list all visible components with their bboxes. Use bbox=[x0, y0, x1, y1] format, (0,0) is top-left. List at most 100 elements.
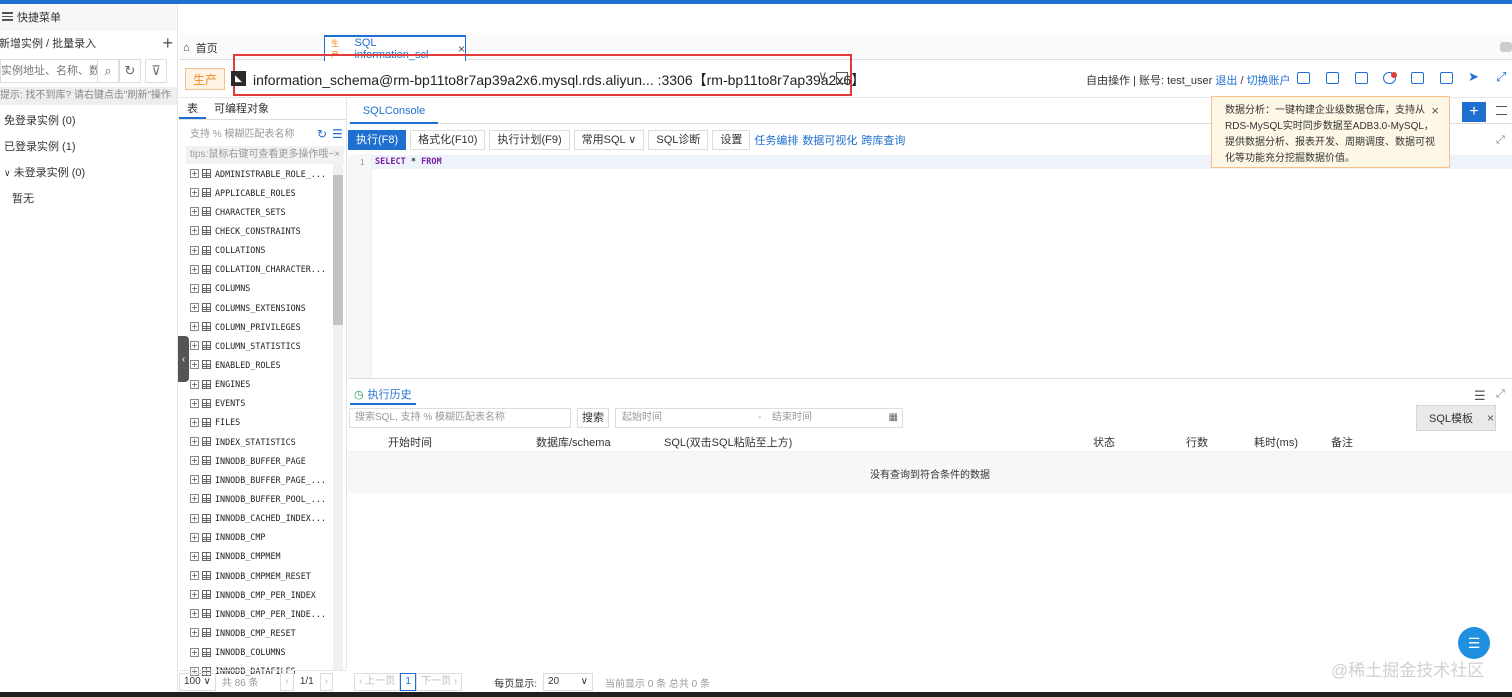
history-search-input[interactable]: 搜索SQL, 支持 % 模糊匹配表名称 bbox=[349, 408, 571, 428]
table-row[interactable]: + COLUMNS_EXTENSIONS bbox=[190, 298, 330, 317]
expand-icon[interactable]: + bbox=[190, 188, 199, 198]
expand-icon[interactable]: ⤢ bbox=[1496, 134, 1505, 147]
table-row[interactable]: + INNODB_BUFFER_POOL_... bbox=[190, 489, 330, 508]
close-icon[interactable]: × bbox=[1431, 103, 1439, 119]
search-icon[interactable]: ⌕ bbox=[97, 59, 119, 83]
tab-sqlconsole[interactable]: SQLConsole bbox=[350, 100, 438, 124]
expand-icon[interactable]: + bbox=[190, 628, 199, 638]
table-search-input[interactable]: 支持 % 模糊匹配表名称 bbox=[186, 125, 331, 145]
splitter[interactable] bbox=[348, 378, 1512, 379]
logout-link[interactable]: 退出 bbox=[1215, 75, 1237, 87]
group-not-logged-in[interactable]: ∨ 未登录实例 (0) bbox=[0, 160, 177, 186]
table-row[interactable]: + CHECK_CONSTRAINTS bbox=[190, 221, 330, 240]
table-row[interactable]: + INDEX_STATISTICS bbox=[190, 432, 330, 451]
table-row[interactable]: + FILES bbox=[190, 413, 330, 432]
table-row[interactable]: + COLUMNS bbox=[190, 279, 330, 298]
chat-icon[interactable]: ☰ bbox=[1458, 627, 1490, 659]
next-page-button[interactable]: 下一页 › bbox=[416, 673, 463, 691]
sql-diagnose-button[interactable]: SQL诊断 bbox=[648, 130, 709, 150]
expand-icon[interactable]: + bbox=[190, 532, 199, 542]
table-row[interactable]: + INNODB_CMPMEM bbox=[190, 547, 330, 566]
fullscreen-icon[interactable]: ⤢ bbox=[1496, 70, 1509, 84]
monitor-icon[interactable] bbox=[1326, 72, 1339, 84]
scrollbar-thumb[interactable] bbox=[333, 175, 343, 325]
send-icon[interactable]: ➤ bbox=[1468, 70, 1481, 84]
per-page-select[interactable]: 20 ∨ bbox=[543, 673, 593, 691]
table-row[interactable]: + INNODB_CMP_PER_INDE... bbox=[190, 604, 330, 623]
tab-tables[interactable]: 表 bbox=[179, 98, 206, 119]
table-row[interactable]: + INNODB_BUFFER_PAGE bbox=[190, 451, 330, 470]
table-row[interactable]: + ENABLED_ROLES bbox=[190, 355, 330, 374]
table-row[interactable]: + INNODB_CMP bbox=[190, 528, 330, 547]
group-logged-in[interactable]: 已登录实例 (1) bbox=[0, 134, 177, 160]
table-row[interactable]: + INNODB_CACHED_INDEX... bbox=[190, 509, 330, 528]
table-row[interactable]: + INNODB_CMP_PER_INDEX bbox=[190, 585, 330, 604]
menu-icon[interactable] bbox=[1496, 106, 1507, 115]
menu-icon[interactable] bbox=[2, 12, 13, 21]
explain-button[interactable]: 执行计划(F9) bbox=[489, 130, 570, 150]
table-row[interactable]: + INNODB_CMPMEM_RESET bbox=[190, 566, 330, 585]
refresh-icon[interactable]: ↻ bbox=[317, 127, 327, 141]
expand-icon[interactable]: + bbox=[190, 494, 199, 504]
menu-icon[interactable]: ☰ bbox=[1474, 388, 1486, 404]
date-range-picker[interactable]: 起始时间 - 结束时间 ▦ bbox=[615, 408, 903, 428]
expand-icon[interactable]: + bbox=[190, 245, 199, 255]
task-orchestration-link[interactable]: 任务编排 bbox=[754, 132, 798, 148]
table-row[interactable]: + ENGINES bbox=[190, 375, 330, 394]
console-icon[interactable] bbox=[1355, 72, 1368, 84]
settings-button[interactable]: 设置 bbox=[712, 130, 751, 150]
next-page-icon[interactable]: › bbox=[319, 672, 334, 691]
expand-icon[interactable]: + bbox=[190, 322, 199, 332]
current-page[interactable]: 1 bbox=[400, 673, 417, 691]
expand-icon[interactable]: ⤢ bbox=[1496, 388, 1505, 401]
expand-icon[interactable]: + bbox=[190, 590, 199, 600]
table-row[interactable]: + COLUMN_PRIVILEGES bbox=[190, 317, 330, 336]
list-icon[interactable]: ☰ bbox=[332, 127, 343, 141]
expand-icon[interactable]: + bbox=[190, 341, 199, 351]
expand-icon[interactable]: + bbox=[190, 379, 199, 389]
table-row[interactable]: + COLUMN_STATISTICS bbox=[190, 336, 330, 355]
connection-selector[interactable]: information_schema@rm-bp11to8r7ap39a2x6.… bbox=[253, 70, 865, 90]
chevron-down-icon[interactable]: ∨ bbox=[818, 68, 828, 84]
table-row[interactable]: + COLLATIONS bbox=[190, 241, 330, 260]
table-row[interactable]: + EVENTS bbox=[190, 394, 330, 413]
group-free-login[interactable]: 免登录实例 (0) bbox=[0, 108, 177, 134]
sql-template-panel[interactable]: SQL模板 × bbox=[1416, 405, 1496, 431]
add-instance-row[interactable]: 新增实例 / 批量录入 + bbox=[0, 30, 177, 56]
visualization-link[interactable]: 数据可视化 bbox=[802, 132, 857, 148]
refresh-icon[interactable]: ↻ bbox=[119, 59, 141, 83]
common-sql-button[interactable]: 常用SQL ∨ bbox=[573, 130, 645, 150]
expand-icon[interactable]: + bbox=[190, 207, 199, 217]
new-console-button[interactable]: + bbox=[1462, 102, 1486, 122]
page-size-select[interactable]: 100 ∨ bbox=[179, 672, 216, 691]
tab-history[interactable]: ◷ 执行历史 bbox=[350, 385, 416, 405]
table-row[interactable]: + ADMINISTRABLE_ROLE_... bbox=[190, 164, 330, 183]
document-icon[interactable] bbox=[1440, 72, 1453, 84]
tab-home[interactable]: ⌂ 首页 bbox=[183, 38, 218, 58]
expand-icon[interactable]: + bbox=[190, 551, 199, 561]
close-icon[interactable]: × bbox=[334, 146, 340, 164]
tab-more-icon[interactable] bbox=[1500, 42, 1512, 52]
format-button[interactable]: 格式化(F10) bbox=[410, 130, 486, 150]
expand-icon[interactable]: + bbox=[190, 475, 199, 485]
expand-icon[interactable]: + bbox=[190, 571, 199, 581]
expand-icon[interactable]: + bbox=[190, 456, 199, 466]
table-row[interactable]: + APPLICABLE_ROLES bbox=[190, 183, 330, 202]
cross-db-query-link[interactable]: 跨库查询 bbox=[861, 132, 905, 148]
filter-icon[interactable]: ⊽ bbox=[145, 59, 167, 83]
expand-icon[interactable]: + bbox=[190, 609, 199, 619]
add-instance-label[interactable]: 新增实例 / 批量录入 bbox=[0, 35, 96, 51]
expand-icon[interactable]: + bbox=[190, 647, 199, 657]
external-link-icon[interactable] bbox=[1411, 72, 1424, 84]
table-row[interactable]: + CHARACTER_SETS bbox=[190, 202, 330, 221]
prev-page-button[interactable]: ‹ 上一页 bbox=[354, 673, 401, 691]
tab-programmable[interactable]: 可编程对象 bbox=[206, 98, 277, 119]
quick-menu[interactable]: 快捷菜单 bbox=[0, 4, 177, 30]
expand-icon[interactable]: + bbox=[190, 283, 199, 293]
history-search-button[interactable]: 搜索 bbox=[577, 408, 609, 428]
table-row[interactable]: + INNODB_CMP_RESET bbox=[190, 623, 330, 642]
sql-editor[interactable] bbox=[348, 154, 1512, 378]
expand-icon[interactable]: + bbox=[190, 437, 199, 447]
table-row[interactable]: + INNODB_COLUMNS bbox=[190, 643, 330, 662]
expand-icon[interactable]: + bbox=[190, 398, 199, 408]
